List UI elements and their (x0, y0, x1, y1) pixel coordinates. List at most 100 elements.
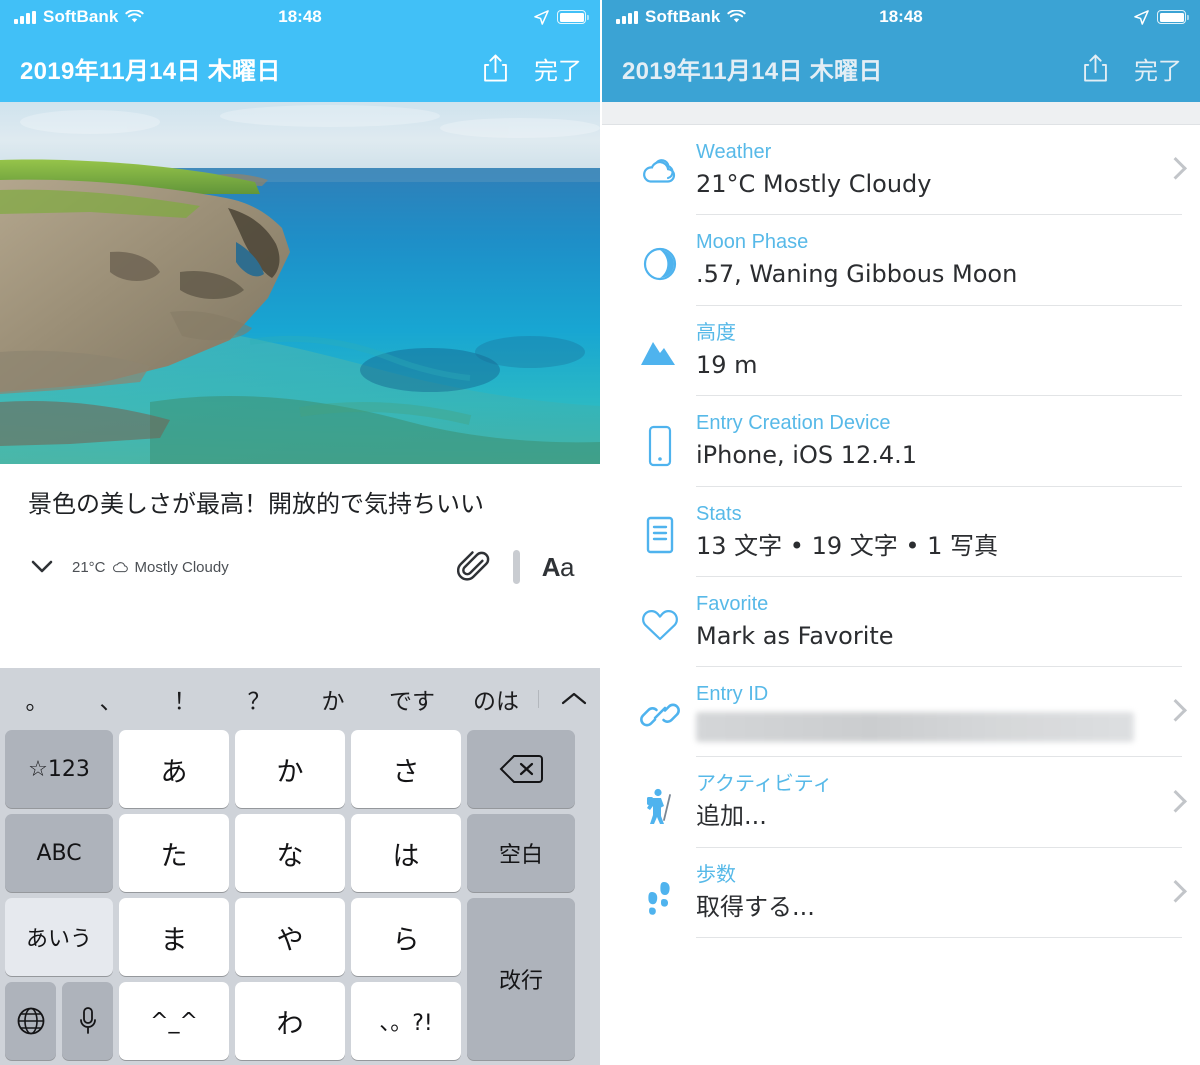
carrier-label: SoftBank (43, 7, 119, 26)
nav-actions: 完了 (1083, 51, 1182, 86)
entry-editor-screen: SoftBank 18:48 2019年11月14日 木曜日 完了 景色の美しさ… (0, 0, 600, 1065)
keyboard-center-column-1: ま ^_^ (119, 898, 229, 1060)
nav-bar-left: 2019年11月14日 木曜日 完了 (0, 34, 600, 102)
status-bar-right-group (534, 9, 589, 25)
metadata-row-body: 歩数 取得する... (696, 862, 1182, 939)
entry-metadata-screen: SoftBank 18:48 2019年11月14日 木曜日 完了 Weathe… (600, 0, 1200, 1065)
nav-bar-right: 2019年11月14日 木曜日 完了 (602, 34, 1200, 102)
key-globe[interactable] (5, 982, 56, 1060)
keyboard-rows-3-4: あいう ま ^_^ や わ ら 、。?! 改行 (5, 898, 595, 1060)
keyboard-center-column-3: ら 、。?! (351, 898, 461, 1060)
key-symbols[interactable]: ☆123 (5, 730, 113, 808)
suggestion-5[interactable]: です (370, 682, 454, 716)
entry-note[interactable]: 景色の美しさが最高！開放的で気持ちいい (0, 464, 600, 522)
metadata-row-favorite[interactable]: Favorite Mark as Favorite (602, 577, 1200, 668)
metadata-value: 追加... (696, 802, 767, 831)
key-abc[interactable]: ABC (5, 814, 113, 892)
metadata-row-body: Entry Creation Device iPhone, iOS 12.4.1 (696, 410, 1182, 487)
key-dictation[interactable] (62, 982, 113, 1060)
cloud-icon (112, 561, 129, 573)
suggestion-0[interactable]: 。 (0, 682, 74, 716)
metadata-row-step-count[interactable]: 歩数 取得する... (602, 848, 1200, 939)
metadata-value: iPhone, iOS 12.4.1 (696, 441, 918, 470)
metadata-list: Weather 21°C Mostly Cloudy Moon Phase .5… (602, 125, 1200, 939)
metadata-row-moon-phase[interactable]: Moon Phase .57, Waning Gibbous Moon (602, 215, 1200, 306)
suggestion-2[interactable]: ！ (148, 682, 222, 716)
meta-condition: Mostly Cloudy (134, 558, 229, 576)
carrier-label: SoftBank (645, 7, 721, 26)
key-ra[interactable]: ら (351, 898, 461, 976)
cellular-signal-icon (14, 10, 36, 24)
suggestion-4[interactable]: か (296, 682, 370, 716)
metadata-value: 19 m (696, 350, 758, 379)
link-icon (624, 681, 696, 735)
entry-photo[interactable] (0, 102, 600, 464)
page-title: 2019年11月14日 木曜日 (622, 57, 883, 85)
key-ta[interactable]: た (119, 814, 229, 892)
key-na[interactable]: な (235, 814, 345, 892)
key-ka[interactable]: か (235, 730, 345, 808)
japanese-keyboard: 。 、 ！ ？ か です のは ☆123 あ か さ ABC た な は 空白 … (0, 668, 600, 1065)
keyboard-suggestion-bar: 。 、 ！ ？ か です のは (0, 668, 600, 730)
battery-full-icon (557, 10, 589, 24)
done-button[interactable]: 完了 (1134, 51, 1182, 86)
battery-full-icon (1157, 10, 1189, 24)
metadata-row-entry-id[interactable]: Entry ID (602, 667, 1200, 758)
key-ma[interactable]: ま (119, 898, 229, 976)
metadata-label: 歩数 (696, 863, 736, 886)
metadata-value: 13 文字 • 19 文字 • 1 写真 (696, 531, 999, 560)
suggestion-6[interactable]: のは (454, 682, 538, 716)
phone-icon (624, 410, 696, 468)
document-icon (624, 501, 696, 557)
metadata-label: Weather (696, 141, 772, 163)
metadata-row-stats[interactable]: Stats 13 文字 • 19 文字 • 1 写真 (602, 487, 1200, 577)
key-wa[interactable]: わ (235, 982, 345, 1060)
text-cursor-handle[interactable] (512, 550, 520, 585)
metadata-row-altitude[interactable]: 高度 19 m (602, 306, 1200, 397)
metadata-value: .57, Waning Gibbous Moon (696, 260, 1018, 289)
key-punctuation[interactable]: 、。?! (351, 982, 461, 1060)
wifi-icon (727, 10, 747, 24)
key-ya[interactable]: や (235, 898, 345, 976)
share-icon[interactable] (483, 53, 508, 83)
chevron-up-icon[interactable] (538, 690, 600, 708)
paperclip-icon[interactable] (456, 549, 491, 585)
metadata-row-body: Weather 21°C Mostly Cloudy (696, 139, 1182, 216)
meta-temperature: 21°C (72, 558, 106, 576)
nav-actions: 完了 (483, 51, 582, 86)
location-arrow-icon (1134, 9, 1149, 25)
key-a[interactable]: あ (119, 730, 229, 808)
format-button[interactable]: Aa (542, 552, 575, 583)
cloud-icon (624, 139, 696, 189)
suggestion-3[interactable]: ？ (222, 682, 296, 716)
key-delete[interactable] (467, 730, 575, 808)
key-kana[interactable]: あいう (5, 898, 113, 976)
status-bar-left-group: SoftBank (14, 7, 145, 27)
metadata-row-body: Entry ID (696, 681, 1182, 758)
meta-weather[interactable]: 21°C Mostly Cloudy (72, 559, 229, 576)
entry-id-redacted-value (696, 712, 1134, 743)
dual-screenshot: SoftBank 18:48 2019年11月14日 木曜日 完了 景色の美しさ… (0, 0, 1200, 1065)
key-return[interactable]: 改行 (467, 898, 575, 1060)
status-bar-right-group (1134, 9, 1189, 25)
footprints-icon (624, 862, 696, 920)
key-sa[interactable]: さ (351, 730, 461, 808)
done-button[interactable]: 完了 (534, 51, 582, 86)
metadata-label: Entry Creation Device (696, 412, 891, 435)
metadata-value: 取得する... (696, 892, 815, 921)
keyboard-left-column: あいう (5, 898, 113, 1060)
metadata-label: 高度 (696, 321, 736, 344)
status-bar-left: SoftBank 18:48 (0, 0, 600, 34)
keyboard-center-column-2: や わ (235, 898, 345, 1060)
metadata-row-entry-creation-device[interactable]: Entry Creation Device iPhone, iOS 12.4.1 (602, 396, 1200, 487)
suggestion-1[interactable]: 、 (74, 682, 148, 716)
key-space[interactable]: 空白 (467, 814, 575, 892)
chevron-down-icon[interactable] (30, 559, 54, 575)
entry-note-text[interactable]: 景色の美しさが最高！開放的で気持ちいい (28, 486, 568, 522)
key-ha[interactable]: は (351, 814, 461, 892)
metadata-row-body: Favorite Mark as Favorite (696, 591, 1182, 668)
metadata-row-activity[interactable]: アクティビティ 追加... (602, 757, 1200, 848)
metadata-row-weather[interactable]: Weather 21°C Mostly Cloudy (602, 125, 1200, 216)
share-icon[interactable] (1083, 53, 1108, 83)
key-emoticon[interactable]: ^_^ (119, 982, 229, 1060)
